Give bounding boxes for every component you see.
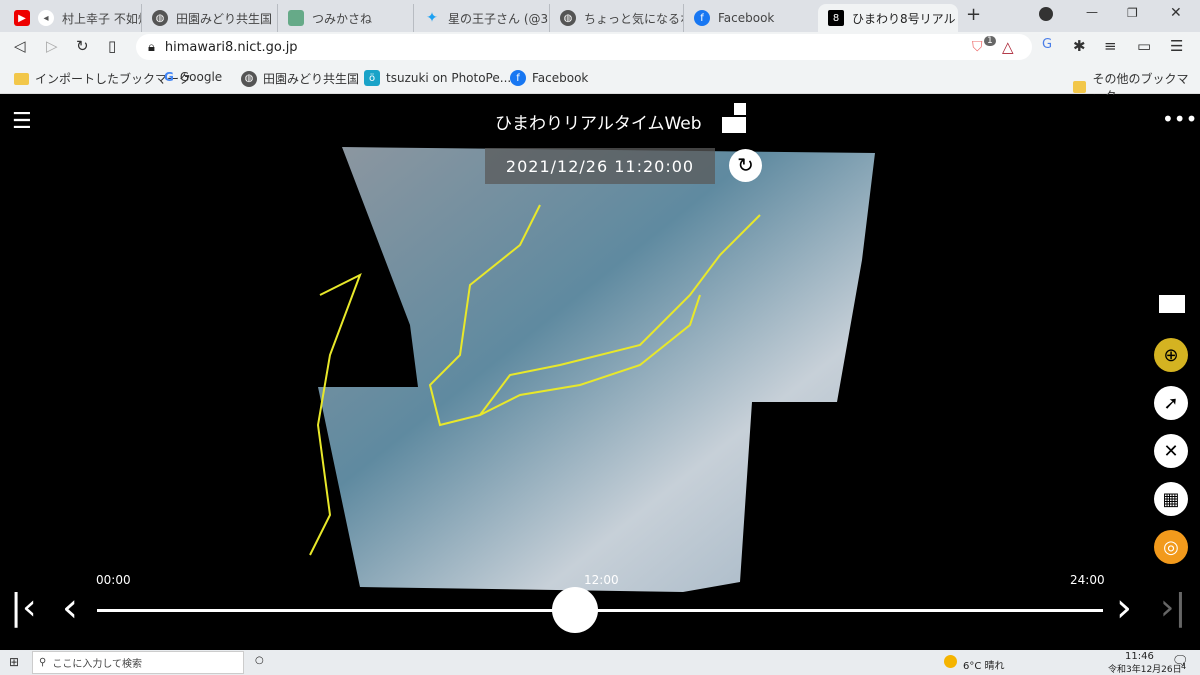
weather-sun-icon [944,655,957,668]
logo-icon [716,103,746,133]
close-window-icon[interactable]: ✕ [1170,5,1182,21]
timeline-knob[interactable] [551,587,598,633]
tab-strip: ▶ ◂ 村上幸子 不如帰 ◍ 田園みどり共生国 つみかさね ✦ 星の王子さん (@3pa… [0,0,1200,32]
film-icon[interactable]: ▦ [1154,482,1188,516]
tab-youtube[interactable]: ▶ ◂ 村上幸子 不如帰 [4,4,142,32]
extensions-icon[interactable]: ✱ [1073,37,1086,55]
url-text: himawari8.nict.go.jp [164,39,298,55]
tab-label: ひまわり8号リアル [852,11,956,26]
tab-label: Facebook [718,11,775,25]
skip-end-icon[interactable]: ›| [1160,587,1187,628]
bookmarks-bar: インポートしたブックマーク G Google ◍ 田園みどり共生国 ö tsuzuki… [0,62,1200,103]
tab-label: つみかさね [312,11,373,26]
tab-himawari[interactable]: 8ひまわり8号リアル✕ [818,4,958,32]
translate-icon[interactable]: G [1042,37,1052,52]
menu-icon[interactable]: ☰ [1170,37,1183,55]
bookmark-label: Google [179,70,223,84]
reload-icon[interactable]: ↻ [76,37,89,55]
tab-search-icon[interactable] [1039,7,1053,21]
step-forward-icon[interactable]: › [1116,585,1132,631]
bookmark-denen[interactable]: ◍ 田園みどり共生国 [241,70,359,87]
address-bar[interactable]: 🔒︎ himawari8.nict.go.jp ⛉ 1 △ [136,34,1032,60]
wallet-icon[interactable]: ▭ [1137,37,1151,55]
more-options-icon[interactable]: ••• [1162,107,1197,131]
tab-facebook[interactable]: f Facebook [684,4,818,32]
himawari-app: ☰ ひまわりリアルタイムWeb ••• 2021/12/26 11:20:00 … [0,95,1200,650]
tab-label: 田園みどり共生国 [176,11,273,26]
compass-icon[interactable]: ➚ [1154,386,1188,420]
bookmark-photopea[interactable]: ö tsuzuki on PhotoPe... [364,70,511,86]
folder-icon [14,72,29,85]
globe-icon: ◍ [560,10,576,26]
search-placeholder: ここに入力して検索 [52,659,143,670]
bookmark-label: Facebook [532,71,589,85]
taskbar-search[interactable]: ⚲ ここに入力して検索 [32,651,244,674]
windows-start-icon[interactable]: ⊞ [9,655,19,669]
folder-icon [1073,81,1087,93]
youtube-icon: ▶ [14,10,30,26]
taskbar: ⊞ ⚲ ここに入力して検索 ○ 6°C 晴れ 11:46 令和3年12月26日 🗨… [0,650,1200,675]
notification-count: 4 [1181,662,1187,671]
back-icon[interactable]: ◁ [14,37,26,55]
clock-time[interactable]: 11:46 [1125,651,1154,662]
shrink-icon[interactable]: ✕ [1154,434,1188,468]
google-icon: G [164,70,174,84]
bookmark-label: 田園みどり共生国 [263,72,360,86]
person-icon [288,10,304,26]
globe-icon: ◍ [241,70,257,87]
photopea-icon: ö [364,70,380,86]
bookmark-facebook[interactable]: f Facebook [510,70,588,86]
tab-label: 星の王子さん (@3pa [448,11,549,26]
lock-icon: 🔒︎ [148,39,155,55]
tab-label: ちょっと気になるホーム [584,11,683,26]
restore-icon[interactable]: ❐ [1127,6,1138,20]
globe-icon: ◍ [152,10,168,26]
monitor-icon[interactable] [1159,295,1185,313]
search-icon: ⚲ [39,657,47,668]
new-tab-icon[interactable]: + [966,4,981,25]
globe-grid-icon[interactable]: ⊕ [1154,338,1188,372]
solar-icon[interactable]: ◎ [1154,530,1188,564]
tab-label: 村上幸子 不如帰 [62,11,142,26]
tab-denen[interactable]: ◍ 田園みどり共生国 [142,4,278,32]
task-view-icon[interactable]: ○ [255,655,264,666]
weather-text[interactable]: 6°C 晴れ [963,657,1005,672]
speaker-icon[interactable]: ◂ [38,10,54,26]
step-back-icon[interactable]: ‹ [62,585,78,631]
bookmark-icon[interactable]: ▯ [108,37,116,55]
clock-date[interactable]: 令和3年12月26日 [1108,662,1182,675]
facebook-icon: f [694,10,710,26]
tab-twitter[interactable]: ✦ 星の王子さん (@3pa [414,4,550,32]
timeline-end: 24:00 [1070,573,1105,587]
datetime-display: 2021/12/26 11:20:00 [485,148,715,184]
himawari-icon: 8 [828,10,844,26]
timeline-start: 00:00 [96,573,131,587]
bookmark-label: tsuzuki on PhotoPe... [386,71,512,85]
bookmark-google[interactable]: G Google [164,70,222,84]
toolbar: ◁ ▷ ↻ ▯ 🔒︎ himawari8.nict.go.jp ⛉ 1 △ G ✱ … [0,32,1200,62]
brave-rewards-icon[interactable]: △ [1002,38,1014,56]
shield-badge: 1 [984,36,996,46]
skip-start-icon[interactable]: |‹ [10,587,37,628]
refresh-icon[interactable]: ↻ [729,149,762,182]
tab-homepage[interactable]: ◍ ちょっと気になるホーム [550,4,684,32]
playlist-icon[interactable]: ≡ [1104,37,1117,55]
timeline-slider[interactable] [97,609,1103,612]
forward-icon[interactable]: ▷ [46,37,58,55]
minimize-icon[interactable]: — [1086,5,1098,19]
app-title: ひまわりリアルタイムWeb [495,114,702,134]
tab-tsumikasane[interactable]: つみかさね [278,4,414,32]
hamburger-menu-icon[interactable]: ☰ [12,109,32,134]
facebook-icon: f [510,70,526,86]
timeline-mid: 12:00 [584,573,619,587]
brave-shields-icon[interactable]: ⛉ [972,39,983,55]
twitter-icon: ✦ [426,10,438,26]
